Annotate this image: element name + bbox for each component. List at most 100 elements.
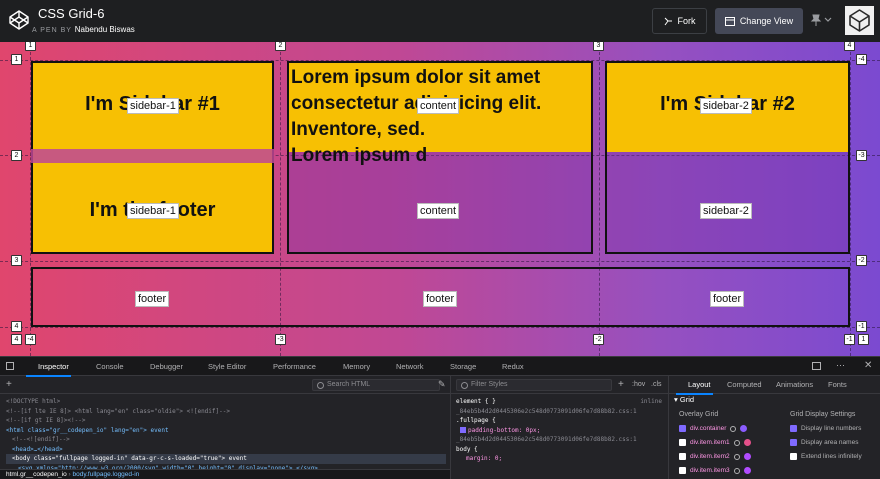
tab-layout[interactable]: Layout <box>676 380 713 395</box>
element-picker-icon[interactable] <box>6 362 14 370</box>
change-view-label: Change View <box>739 16 794 26</box>
highlight-target-icon[interactable] <box>730 425 737 432</box>
grid-color-swatch[interactable] <box>743 439 751 446</box>
grid-line-col-4 <box>850 42 851 356</box>
pane-divider[interactable] <box>668 376 669 479</box>
breadcrumb-node[interactable]: body.fullpage.logged-in <box>73 471 140 478</box>
breadcrumb-root[interactable]: html.gr__codepen_io <box>6 471 67 478</box>
pen-title[interactable]: CSS Grid-6 <box>38 6 104 21</box>
tab-computed[interactable]: Computed <box>727 380 762 389</box>
pen-preview: I'm Sidebar #1 I'm the footer Lorem ipsu… <box>0 42 880 356</box>
user-avatar[interactable] <box>845 6 874 35</box>
display-line-numbers-option[interactable]: Display line numbers <box>790 425 861 432</box>
overlay-item-container[interactable]: div.container <box>679 425 748 432</box>
layout-panel: ▾ Grid Overlay Grid Grid Display Setting… <box>672 395 880 479</box>
search-html-input[interactable]: Search HTML <box>312 379 440 391</box>
rule-selector: .fullpage { <box>456 417 496 424</box>
hover-toggle[interactable]: :hov <box>632 381 645 388</box>
content-item: Lorem ipsum dolor sit amet consectetur a… <box>287 61 593 254</box>
area-label-sidebar-1: sidebar-1 <box>127 203 179 219</box>
tab-fonts[interactable]: Fonts <box>828 380 847 389</box>
tab-debugger[interactable]: Debugger <box>150 362 183 371</box>
markup-line[interactable]: <!DOCTYPE html> <box>6 397 446 407</box>
extend-lines-option[interactable]: Extend lines infinitely <box>790 453 862 460</box>
tab-inspector[interactable]: Inspector <box>26 362 71 377</box>
tab-network[interactable]: Network <box>396 362 424 371</box>
more-options-icon[interactable]: ⋯ <box>836 360 845 371</box>
overlay-item-item3[interactable]: div.item.item3 <box>679 467 751 474</box>
checkbox[interactable] <box>790 425 797 432</box>
codepen-logo-icon[interactable] <box>8 9 30 31</box>
highlight-target-icon[interactable] <box>733 453 740 460</box>
change-view-button[interactable]: Change View <box>715 8 803 34</box>
pen-author[interactable]: Nabendu Biswas <box>75 25 135 34</box>
tab-memory[interactable]: Memory <box>343 362 370 371</box>
responsive-icon[interactable] <box>812 362 821 370</box>
markup-line[interactable]: <!--<![endif]--> <box>6 435 446 445</box>
line-number-bottom: -3 <box>275 334 286 345</box>
overlay-item-item1[interactable]: div.item.item1 <box>679 439 751 446</box>
fork-button[interactable]: Fork <box>652 8 707 34</box>
tab-performance[interactable]: Performance <box>273 362 316 371</box>
checkbox[interactable] <box>790 439 797 446</box>
highlight-target-icon[interactable] <box>733 467 740 474</box>
tab-redux[interactable]: Redux <box>502 362 524 371</box>
rule-source[interactable]: _84eb5b4d2d0445306e2c548d0773091d06fe7d8… <box>456 407 662 417</box>
overlay-grid-title: Overlay Grid <box>679 411 719 418</box>
area-label-footer: footer <box>423 291 458 307</box>
line-number-top: 1 <box>25 42 36 51</box>
tab-console[interactable]: Console <box>96 362 124 371</box>
rule-source[interactable]: inline <box>640 397 662 407</box>
checkbox[interactable] <box>679 439 686 446</box>
filter-styles-input[interactable]: Filter Styles <box>456 379 612 391</box>
cls-toggle[interactable]: .cls <box>651 381 662 388</box>
fork-label: Fork <box>677 16 696 26</box>
tab-storage[interactable]: Storage <box>450 362 476 371</box>
grid-color-swatch[interactable] <box>743 467 751 474</box>
sidebar-1-gap-band <box>31 149 274 163</box>
declaration-checkbox-icon[interactable] <box>460 426 466 433</box>
sidebar-2-item: I'm Sidebar #2 <box>605 61 850 254</box>
add-node-icon[interactable]: + <box>6 379 12 390</box>
content-overflow-text: Lorem ipsum d <box>291 145 428 166</box>
line-number-bottom: -1 <box>844 334 855 345</box>
checkbox[interactable] <box>679 453 686 460</box>
markup-line[interactable]: <html class="gr__codepen_io" lang="en"> … <box>6 426 446 436</box>
rule-selector: element { } <box>456 398 496 405</box>
sidebar-2-lower-block <box>607 152 848 252</box>
markup-line[interactable]: <!--[if gt IE 8]><!--> <box>6 416 446 426</box>
tab-style-editor[interactable]: Style Editor <box>208 362 246 371</box>
grid-line-row-3 <box>0 261 880 262</box>
overlay-item-item2[interactable]: div.item.item2 <box>679 453 751 460</box>
rule-declaration[interactable]: margin: 0; <box>456 454 662 464</box>
pin-icon[interactable] <box>809 12 833 28</box>
markup-line[interactable]: <!--[if lte IE 8]> <html lang="en" class… <box>6 407 446 417</box>
line-number-left: 4 <box>11 321 22 332</box>
add-rule-icon[interactable]: + <box>618 379 624 390</box>
tab-animations[interactable]: Animations <box>776 380 813 389</box>
fork-icon <box>664 17 672 25</box>
rule-declaration[interactable]: padding-bottom: 0px; <box>456 426 662 436</box>
markup-line[interactable]: <head>…</head> <box>6 445 446 455</box>
pick-color-icon[interactable]: ✎ <box>438 379 446 390</box>
grid-color-swatch[interactable] <box>740 425 748 432</box>
line-number-left: 1 <box>11 54 22 65</box>
markup-line-selected[interactable]: <body class="fullpage logged-in" data-gr… <box>6 454 446 464</box>
highlight-target-icon[interactable] <box>733 439 740 446</box>
rule-source[interactable]: _84eb5b4d2d0445306e2c548d0773091d06fe7d8… <box>456 435 662 445</box>
close-devtools-icon[interactable]: ✕ <box>864 360 872 371</box>
checkbox[interactable] <box>679 425 686 432</box>
line-number-bottom: -2 <box>593 334 604 345</box>
screen: CSS Grid-6 A PEN BY Nabendu Biswas Fork … <box>0 0 880 479</box>
grid-section-toggle[interactable]: ▾ Grid <box>674 395 694 404</box>
checkbox[interactable] <box>679 467 686 474</box>
display-area-names-option[interactable]: Display area names <box>790 439 858 446</box>
line-number-corner: 1 <box>858 334 869 345</box>
rules-view: element { } inline _84eb5b4d2d0445306e2c… <box>456 397 662 464</box>
pen-by-label: A PEN BY <box>32 27 72 34</box>
devtools-panel: Inspector Console Debugger Style Editor … <box>0 356 880 479</box>
checkbox[interactable] <box>790 453 797 460</box>
grid-color-swatch[interactable] <box>743 453 751 460</box>
area-label-footer: footer <box>710 291 745 307</box>
pane-divider[interactable] <box>450 376 451 479</box>
